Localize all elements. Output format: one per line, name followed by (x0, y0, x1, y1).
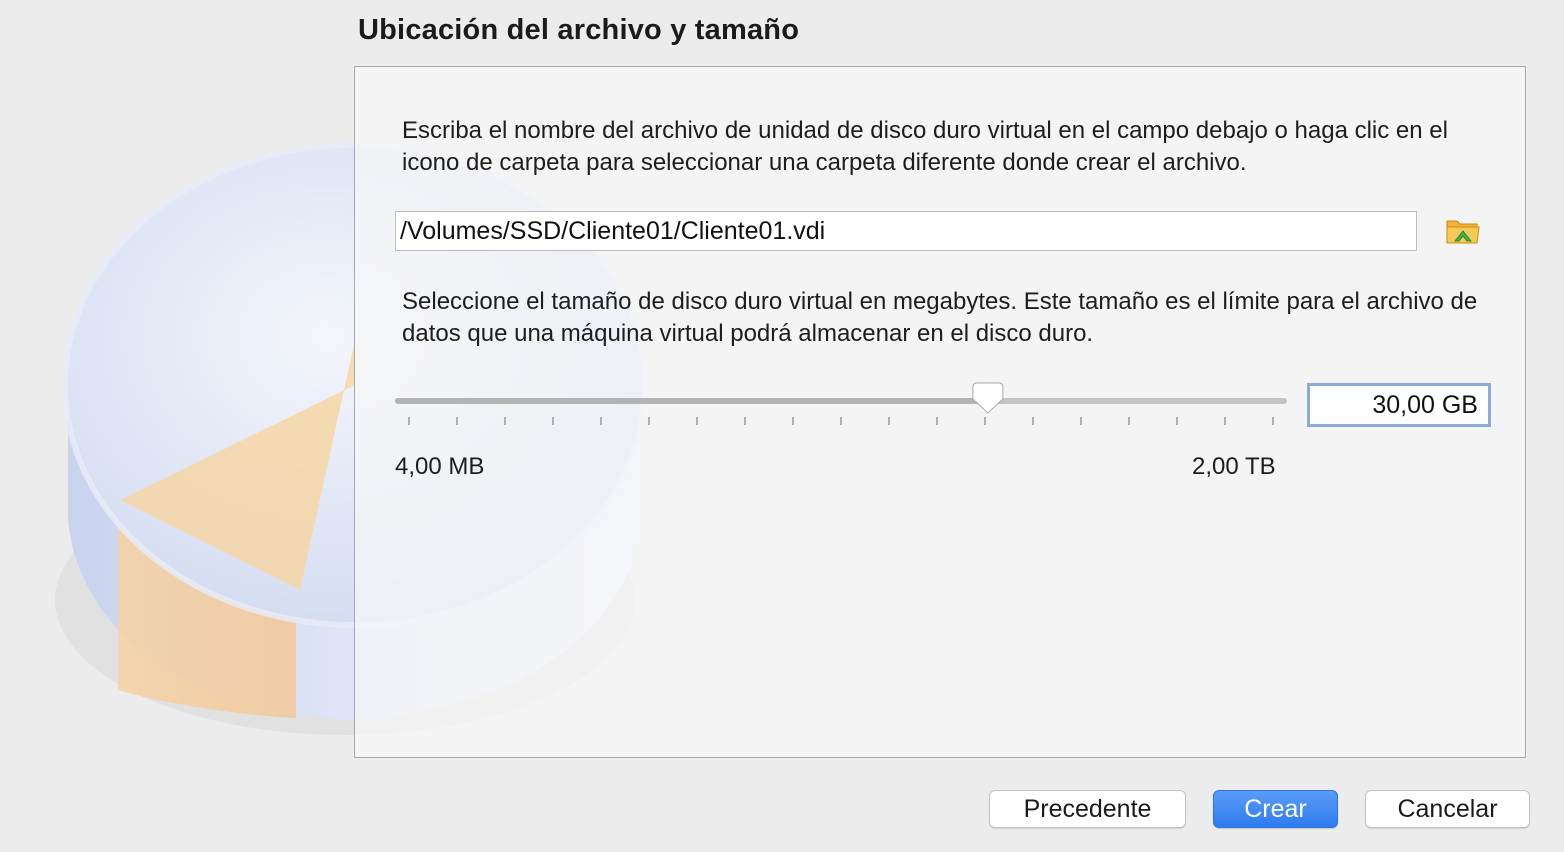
create-button[interactable]: Crear (1213, 790, 1338, 828)
slider-min-label: 4,00 MB (395, 453, 485, 480)
file-path-input[interactable] (395, 211, 1417, 251)
slider-ticks (408, 417, 1274, 425)
slider-max-label: 2,00 TB (1192, 453, 1276, 480)
page-title: Ubicación del archivo y tamaño (358, 14, 800, 46)
dialog-window: Ubicación del archivo y tamaño Escriba e… (0, 0, 1564, 852)
size-description: Seleccione el tamaño de disco duro virtu… (402, 288, 1478, 347)
content-panel: Escriba el nombre del archivo de unidad … (354, 66, 1526, 758)
size-value-field[interactable] (1307, 383, 1491, 427)
cancel-button[interactable]: Cancelar (1365, 790, 1530, 828)
folder-select-icon[interactable] (1445, 213, 1481, 249)
location-description: Escriba el nombre del archivo de unidad … (402, 117, 1448, 176)
size-slider[interactable] (395, 379, 1287, 429)
back-button[interactable]: Precedente (989, 790, 1186, 828)
slider-thumb[interactable] (972, 382, 1004, 414)
slider-fill (395, 398, 988, 404)
